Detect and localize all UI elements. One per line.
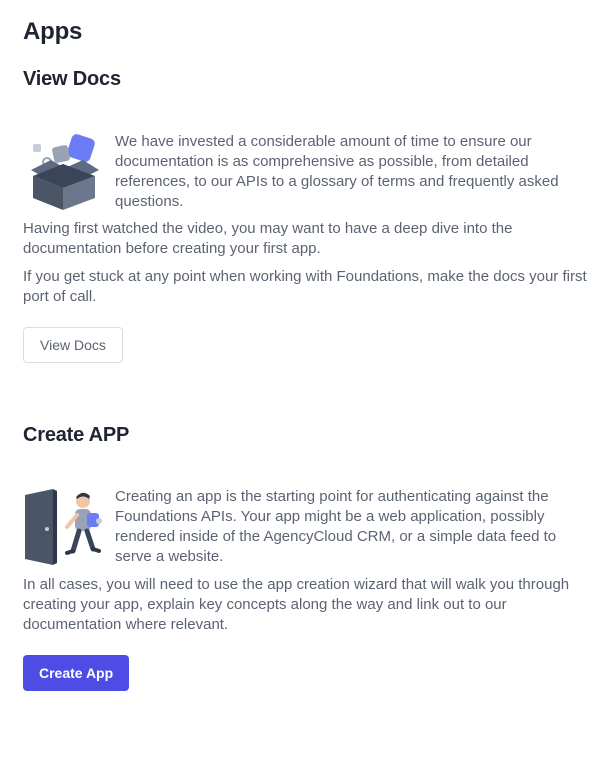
docs-intro-text: We have invested a considerable amount o… xyxy=(115,133,559,210)
docs-paragraph-2: If you get stuck at any point when worki… xyxy=(23,268,587,305)
apps-page: Apps View Docs We have invested a consid… xyxy=(0,0,601,773)
create-intro-text: Creating an app is the starting point fo… xyxy=(115,488,557,565)
open-box-icon xyxy=(23,132,103,212)
docs-section-title: View Docs xyxy=(23,68,121,90)
docs-intro: We have invested a considerable amount o… xyxy=(23,132,589,212)
create-intro: Creating an app is the starting point fo… xyxy=(23,487,589,567)
docs-paragraph-1: Having first watched the video, you may … xyxy=(23,220,513,257)
page-title: Apps xyxy=(23,18,83,45)
view-docs-button[interactable]: View Docs xyxy=(23,327,123,363)
person-through-door-icon xyxy=(23,487,103,567)
create-app-button[interactable]: Create App xyxy=(23,655,130,691)
create-section-title: Create APP xyxy=(23,424,130,446)
create-paragraph-1: In all cases, you will need to use the a… xyxy=(23,576,570,633)
